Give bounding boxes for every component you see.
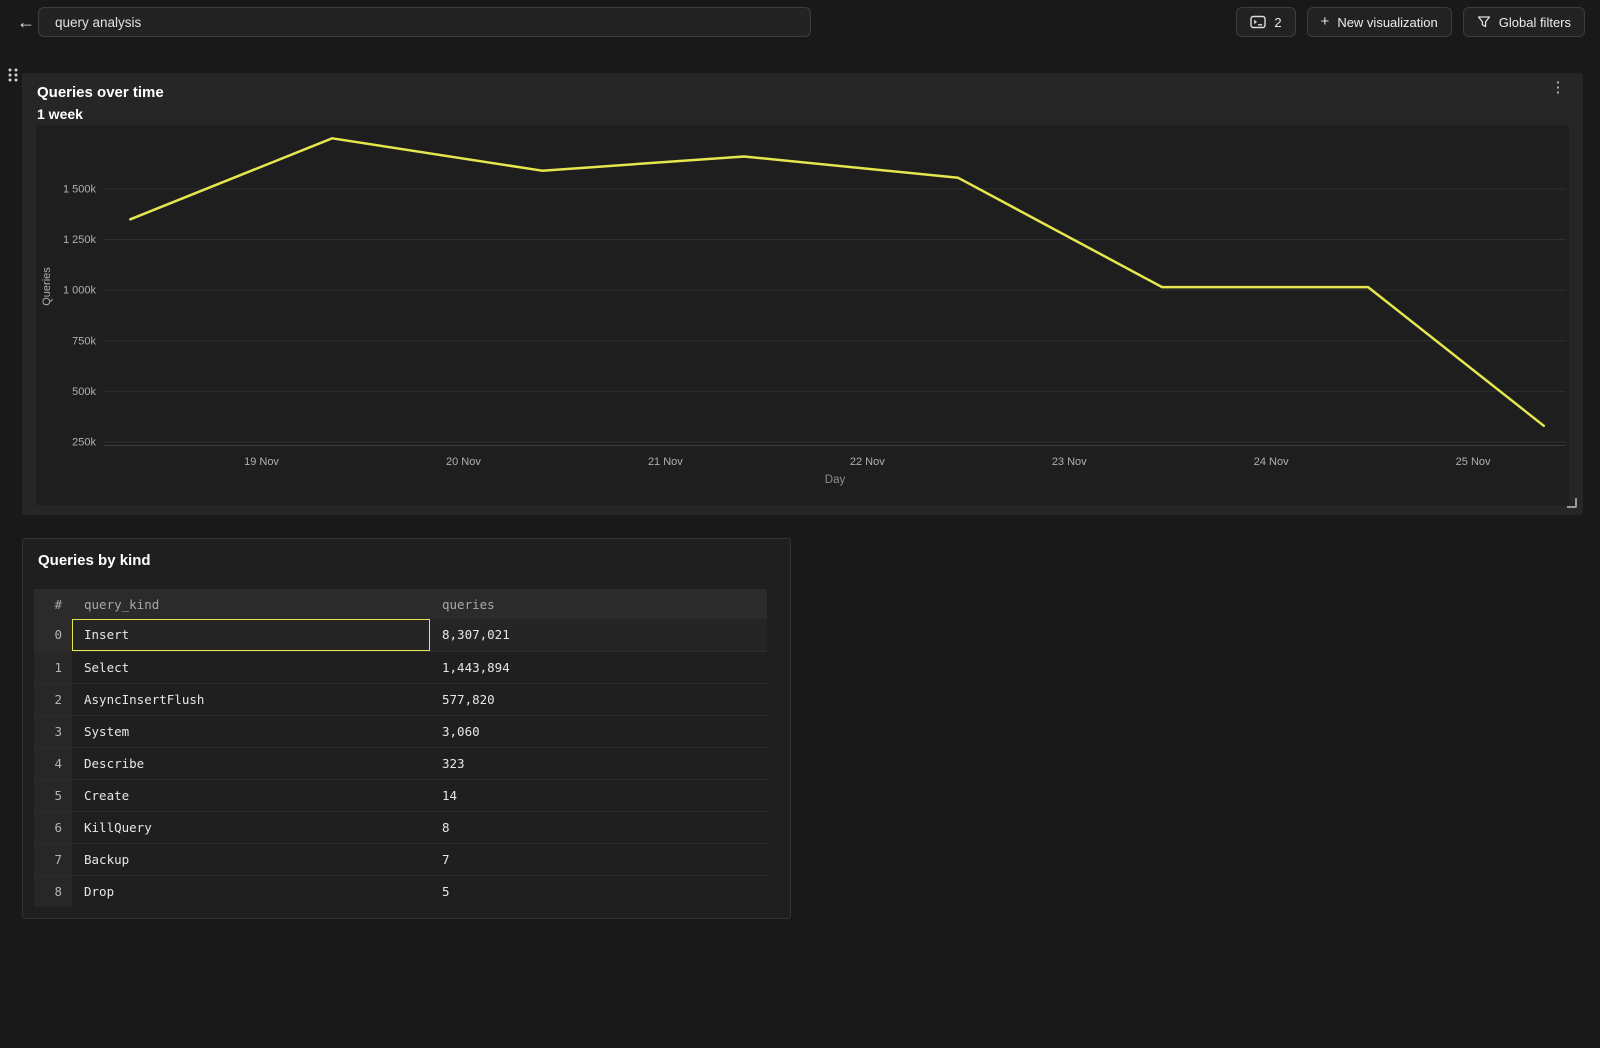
query-kind-cell[interactable]: Create	[72, 779, 430, 811]
svg-text:1 250k: 1 250k	[63, 234, 97, 246]
svg-text:20 Nov: 20 Nov	[446, 456, 481, 468]
sql-console-tabs-button[interactable]: 2	[1236, 7, 1295, 37]
table-row: 5Create14	[34, 779, 767, 811]
new-visualization-label: New visualization	[1337, 15, 1437, 30]
table-row: 7Backup7	[34, 843, 767, 875]
filter-funnel-icon	[1477, 15, 1491, 29]
queries-value-cell[interactable]: 577,820	[430, 683, 767, 715]
query-kind-cell[interactable]: Insert	[72, 619, 430, 651]
row-index-cell[interactable]: 8	[34, 875, 72, 907]
table-row: 3System3,060	[34, 715, 767, 747]
dashboard-title-input[interactable]	[38, 7, 811, 37]
queries-value-cell[interactable]: 323	[430, 747, 767, 779]
query-kind-cell[interactable]: Select	[72, 651, 430, 683]
svg-text:24 Nov: 24 Nov	[1254, 456, 1289, 468]
column-header-index[interactable]: #	[34, 589, 72, 619]
table-row: 1Select1,443,894	[34, 651, 767, 683]
table-panel-title: Queries by kind	[38, 552, 151, 569]
table-row: 6KillQuery8	[34, 811, 767, 843]
query-kind-cell[interactable]: KillQuery	[72, 811, 430, 843]
queries-by-kind-table: # query_kind queries 0Insert8,307,0211Se…	[34, 589, 767, 907]
row-index-cell[interactable]: 0	[34, 619, 72, 651]
svg-text:21 Nov: 21 Nov	[648, 456, 683, 468]
svg-text:19 Nov: 19 Nov	[244, 456, 279, 468]
row-index-cell[interactable]: 2	[34, 683, 72, 715]
svg-text:750k: 750k	[72, 335, 96, 347]
panel-drag-handle[interactable]	[6, 66, 20, 84]
row-index-cell[interactable]: 3	[34, 715, 72, 747]
kebab-menu-icon: ⋮	[1551, 79, 1566, 96]
svg-text:500k: 500k	[72, 386, 96, 398]
panel-menu-button[interactable]: ⋮	[1549, 78, 1567, 98]
queries-value-cell[interactable]: 5	[430, 875, 767, 907]
new-visualization-button[interactable]: + New visualization	[1307, 7, 1452, 37]
sql-console-count: 2	[1274, 15, 1281, 30]
selected-cell-ring	[72, 619, 430, 651]
svg-text:1 000k: 1 000k	[63, 285, 97, 297]
drag-dots-icon	[6, 66, 20, 84]
svg-text:Day: Day	[825, 474, 846, 486]
queries-value-cell[interactable]: 14	[430, 779, 767, 811]
table-row: 8Drop5	[34, 875, 767, 907]
chart-panel-title: Queries over time	[37, 84, 164, 101]
top-bar: ← 2 + New visualization Global filter	[0, 0, 1600, 44]
svg-text:22 Nov: 22 Nov	[850, 456, 885, 468]
chart-panel-subtitle: 1 week	[37, 106, 83, 122]
queries-value-cell[interactable]: 3,060	[430, 715, 767, 747]
line-chart-svg: 250k 500k 750k 1 000k 1 250k 1 500k 19 Nov 20 N…	[36, 125, 1569, 505]
table-row: 2AsyncInsertFlush577,820	[34, 683, 767, 715]
queries-value-cell[interactable]: 7	[430, 843, 767, 875]
queries-value-cell[interactable]: 1,443,894	[430, 651, 767, 683]
panel-resize-handle[interactable]	[1567, 498, 1577, 508]
back-arrow-icon: ←	[17, 12, 35, 32]
sql-console-icon	[1250, 15, 1266, 29]
query-kind-cell[interactable]: Drop	[72, 875, 430, 907]
column-header-queries[interactable]: queries	[430, 589, 767, 619]
queries-over-time-panel: Queries over time 1 week ⋮ 250k 500k 750k 1…	[22, 73, 1583, 515]
svg-text:Queries: Queries	[41, 267, 53, 306]
table-header-row: # query_kind queries	[34, 589, 767, 619]
query-kind-cell[interactable]: System	[72, 715, 430, 747]
table-row: 4Describe323	[34, 747, 767, 779]
queries-over-time-chart: 250k 500k 750k 1 000k 1 250k 1 500k 19 Nov 20 N…	[36, 125, 1569, 505]
queries-by-kind-panel: Queries by kind # query_kind queries 0In…	[22, 538, 791, 919]
global-filters-label: Global filters	[1499, 15, 1571, 30]
global-filters-button[interactable]: Global filters	[1463, 7, 1585, 37]
back-button[interactable]: ←	[12, 8, 40, 36]
plus-icon: +	[1321, 13, 1330, 30]
row-index-cell[interactable]: 6	[34, 811, 72, 843]
query-kind-cell[interactable]: Describe	[72, 747, 430, 779]
row-index-cell[interactable]: 1	[34, 651, 72, 683]
row-index-cell[interactable]: 7	[34, 843, 72, 875]
query-kind-cell[interactable]: AsyncInsertFlush	[72, 683, 430, 715]
topbar-actions: 2 + New visualization Global filters	[1236, 7, 1585, 37]
row-index-cell[interactable]: 5	[34, 779, 72, 811]
svg-text:1 500k: 1 500k	[63, 183, 97, 195]
svg-text:25 Nov: 25 Nov	[1456, 456, 1491, 468]
query-kind-cell[interactable]: Backup	[72, 843, 430, 875]
svg-text:23 Nov: 23 Nov	[1052, 456, 1087, 468]
svg-text:250k: 250k	[72, 436, 96, 448]
queries-value-cell[interactable]: 8,307,021	[430, 619, 767, 651]
row-index-cell[interactable]: 4	[34, 747, 72, 779]
queries-value-cell[interactable]: 8	[430, 811, 767, 843]
column-header-query-kind[interactable]: query_kind	[72, 589, 430, 619]
table-row: 0Insert8,307,021	[34, 619, 767, 651]
